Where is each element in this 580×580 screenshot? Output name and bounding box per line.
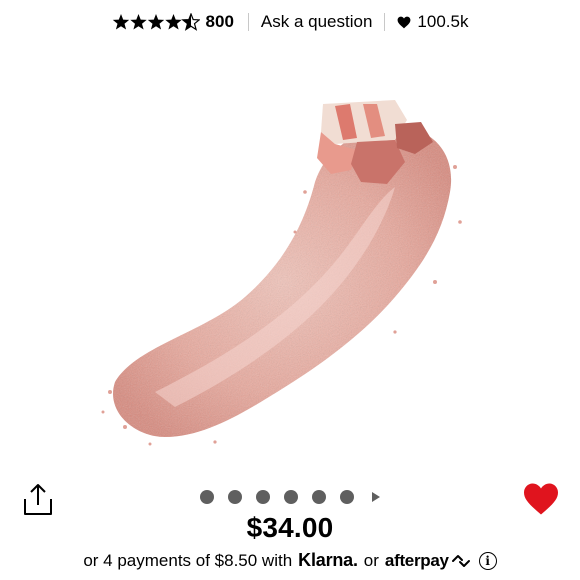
installment-payment-info: or 4 payments of $8.50 with Klarna. or a… <box>0 550 580 571</box>
carousel-dot[interactable] <box>256 490 270 504</box>
blush-powder-swatch-image[interactable] <box>95 92 465 452</box>
product-price: $34.00 <box>246 512 334 543</box>
divider <box>384 13 386 31</box>
info-icon[interactable]: i <box>478 551 497 570</box>
heart-icon <box>524 483 558 515</box>
carousel-dot[interactable] <box>312 490 326 504</box>
carousel-next-icon[interactable] <box>372 492 380 502</box>
afterpay-mark-icon <box>451 554 470 567</box>
love-button[interactable] <box>522 482 560 516</box>
installment-or-text: or <box>363 550 379 570</box>
installment-text: or 4 payments of $8.50 with <box>83 550 293 570</box>
carousel-dot[interactable] <box>200 490 214 504</box>
afterpay-logo[interactable]: afterpay <box>385 551 449 571</box>
ask-question-link[interactable]: Ask a question <box>261 12 373 32</box>
review-count[interactable]: 800 <box>206 12 234 32</box>
image-carousel-indicator <box>0 490 580 504</box>
loves-count-group: 100.5k <box>397 12 468 32</box>
heart-icon <box>398 16 411 28</box>
product-meta-row: 800 Ask a question 100.5k <box>0 8 580 36</box>
star-rating[interactable] <box>112 13 200 31</box>
carousel-dot[interactable] <box>340 490 354 504</box>
klarna-logo[interactable]: Klarna. <box>298 550 358 571</box>
carousel-dot[interactable] <box>284 490 298 504</box>
stars-icon <box>112 13 200 31</box>
divider <box>247 13 249 31</box>
loves-count: 100.5k <box>417 12 469 31</box>
carousel-dot[interactable] <box>228 490 242 504</box>
